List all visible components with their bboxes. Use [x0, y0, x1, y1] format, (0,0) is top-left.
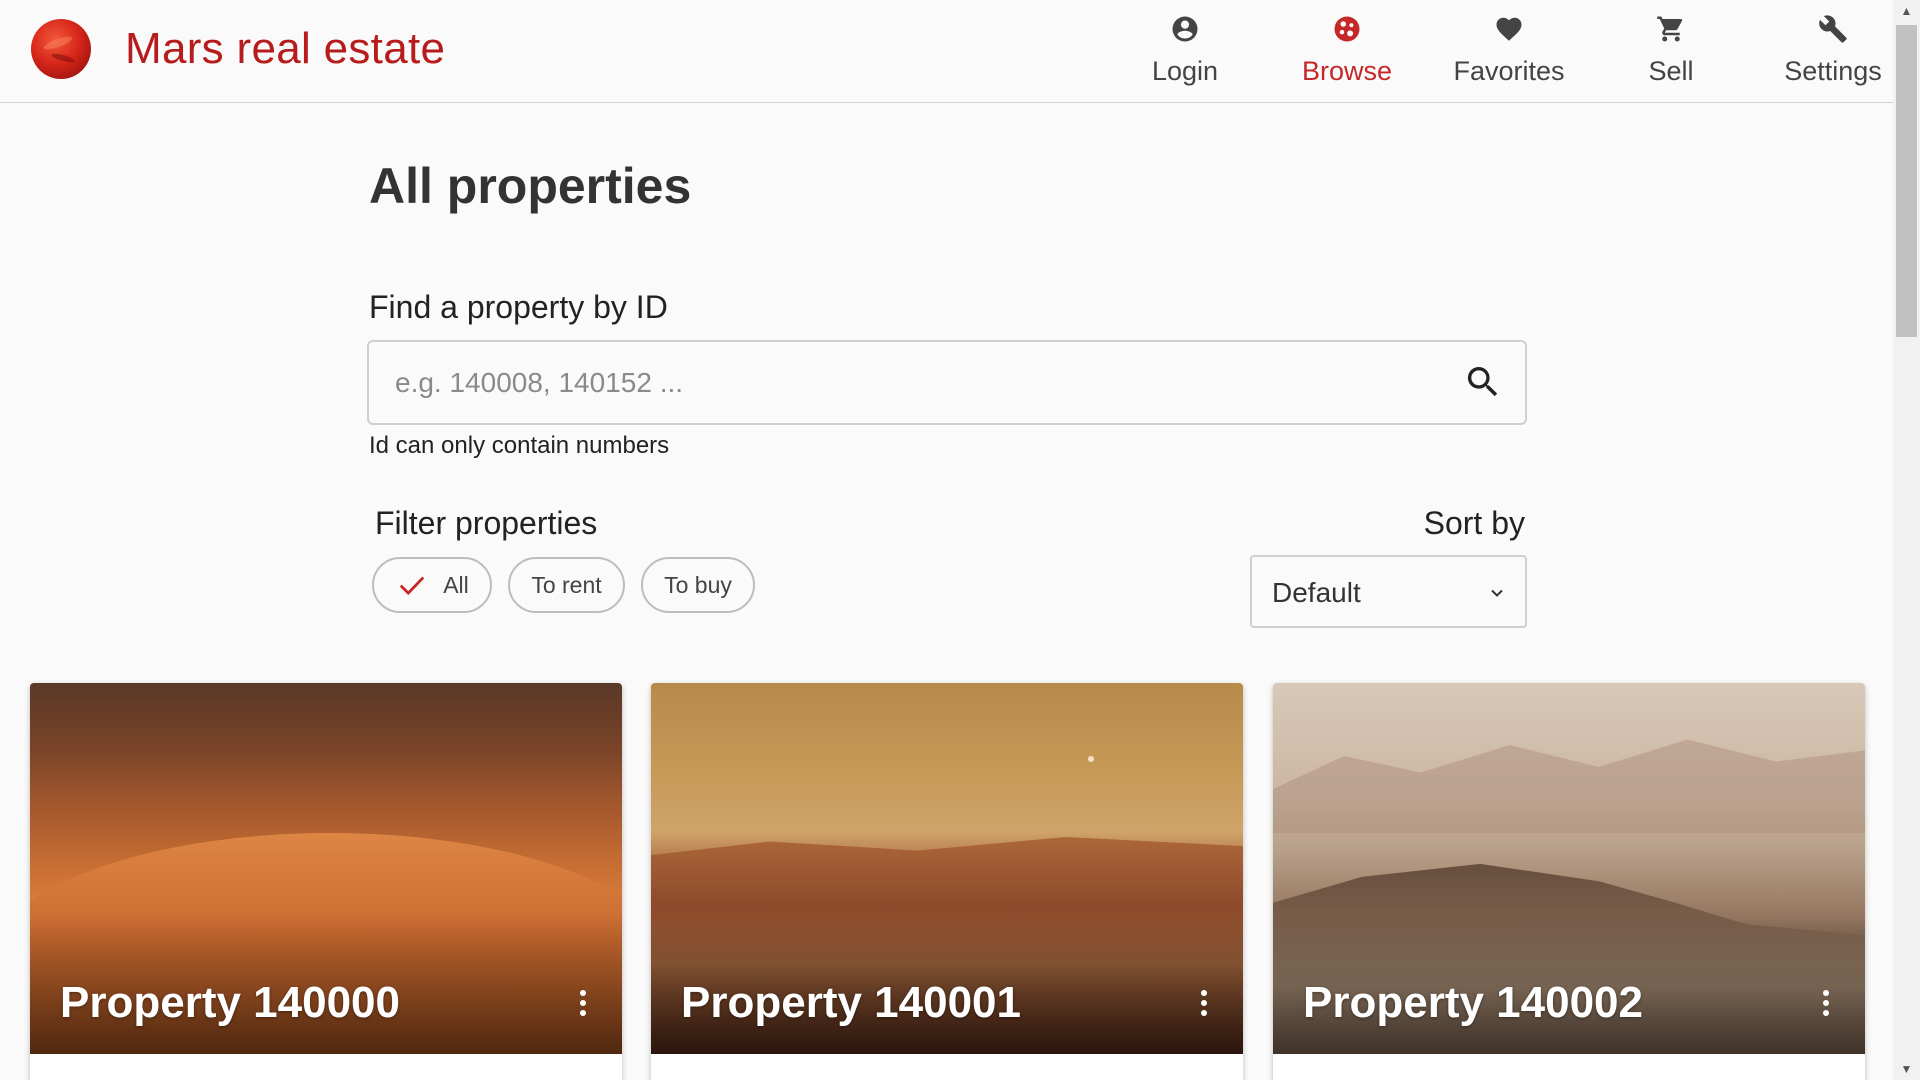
nav-item-sell[interactable]: Sell: [1601, 12, 1741, 92]
more-vert-icon[interactable]: [1197, 987, 1211, 1019]
filter-title: Filter properties: [375, 505, 598, 541]
chevron-down-icon: [1491, 589, 1503, 597]
check-icon: [399, 576, 425, 596]
search-input[interactable]: [395, 342, 1435, 423]
sort-label: Sort by: [1423, 505, 1525, 541]
sort-selected-value: Default: [1272, 577, 1361, 608]
property-card[interactable]: Property 140000: [30, 683, 622, 1080]
nav-label: Browse: [1301, 56, 1393, 86]
search-label: Find a property by ID: [369, 289, 668, 325]
page-scrollbar[interactable]: ▲ ▼: [1893, 0, 1920, 1080]
property-title: Property 140000: [60, 978, 400, 1027]
more-vert-icon[interactable]: [576, 987, 590, 1019]
planet-icon: [1330, 12, 1364, 46]
scrollbar-thumb[interactable]: [1896, 25, 1917, 337]
filter-chip-to-buy[interactable]: To buy: [641, 557, 755, 613]
nav-label: Favorites: [1453, 56, 1565, 86]
property-card[interactable]: Property 140001: [651, 683, 1243, 1080]
nav-item-browse[interactable]: Browse: [1277, 12, 1417, 92]
cart-icon: [1654, 12, 1688, 46]
top-app-bar: Mars real estate Login Browse Favorites …: [0, 0, 1893, 103]
app-title[interactable]: Mars real estate: [125, 24, 445, 74]
chip-label: All: [443, 571, 469, 598]
mars-logo-icon[interactable]: [31, 19, 91, 79]
scroll-up-arrow-icon[interactable]: ▲: [1893, 0, 1920, 22]
filter-chip-to-rent[interactable]: To rent: [508, 557, 625, 613]
property-title: Property 140001: [681, 978, 1021, 1027]
wrench-icon: [1816, 12, 1850, 46]
heart-icon: [1492, 12, 1526, 46]
nav-label: Settings: [1784, 56, 1882, 86]
page-title: All properties: [369, 158, 692, 214]
filter-chip-all[interactable]: All: [372, 557, 492, 613]
chip-label: To rent: [531, 571, 602, 598]
search-field[interactable]: [367, 340, 1527, 425]
nav-label: Login: [1151, 56, 1219, 86]
scroll-down-arrow-icon[interactable]: ▼: [1893, 1058, 1920, 1080]
property-card[interactable]: Property 140002: [1273, 683, 1865, 1080]
account-circle-icon: [1168, 12, 1202, 46]
more-vert-icon[interactable]: [1819, 987, 1833, 1019]
nav-item-login[interactable]: Login: [1115, 12, 1255, 92]
nav-label: Sell: [1648, 56, 1694, 86]
nav-item-settings[interactable]: Settings: [1763, 12, 1903, 92]
sort-select[interactable]: Default: [1250, 555, 1527, 628]
search-hint: Id can only contain numbers: [369, 432, 670, 459]
nav-item-favorites[interactable]: Favorites: [1439, 12, 1579, 92]
chip-label: To buy: [664, 571, 732, 598]
property-title: Property 140002: [1303, 978, 1643, 1027]
search-icon[interactable]: [1463, 362, 1503, 402]
